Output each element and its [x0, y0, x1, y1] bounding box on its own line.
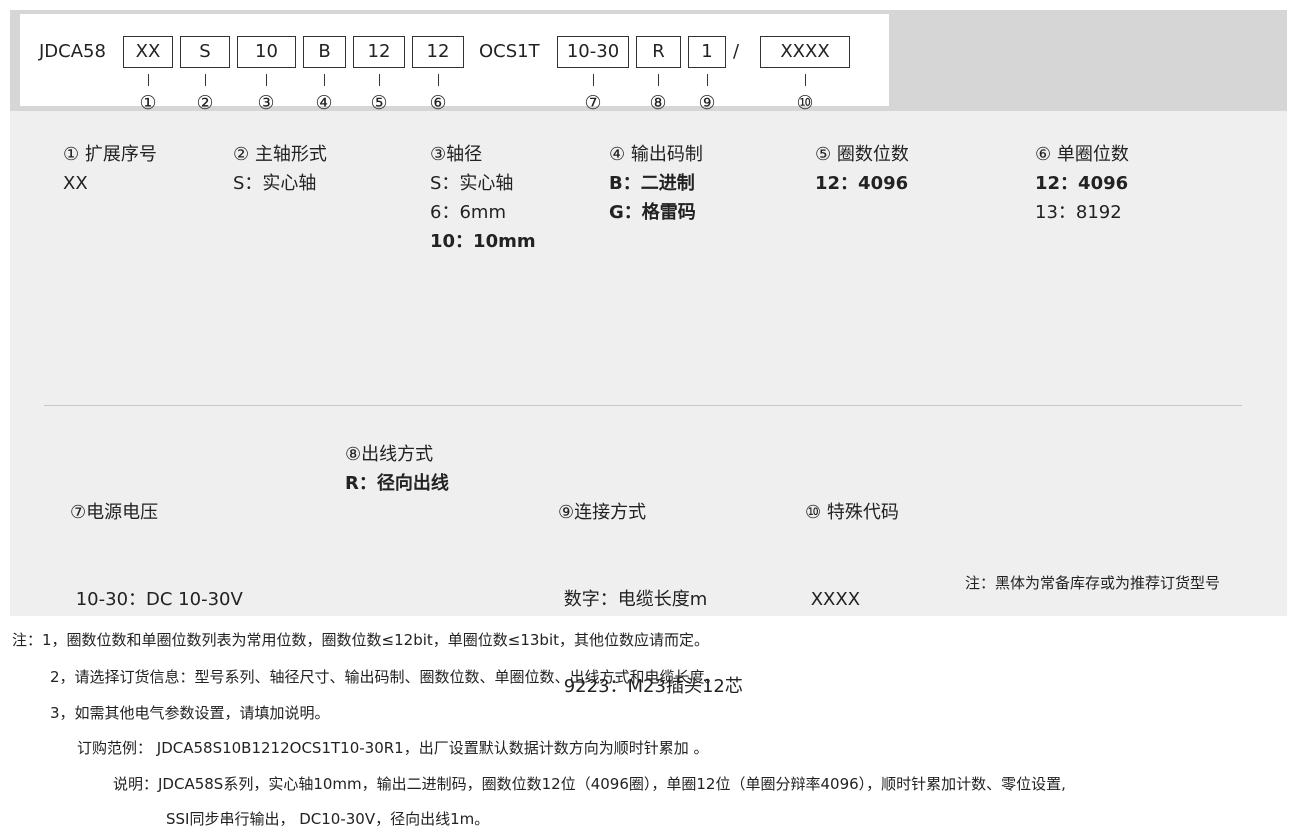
option-value: 13：8192 — [1035, 202, 1122, 223]
option-value: S：实心轴 — [233, 173, 317, 194]
model-prefix: JDCA58 — [39, 41, 106, 62]
tick-9 — [707, 74, 708, 86]
option-special-code: ⑩ 特殊代码 XXXX — [805, 440, 899, 643]
option-value-recommended: 12：4096 — [815, 173, 909, 194]
code-number-8: ⑧ — [649, 92, 667, 114]
code-number-3: ③ — [257, 92, 275, 114]
tick-6 — [438, 74, 439, 86]
footnote-1: 注：1，圈数位数和单圈位数列表为常用位数，圈数位数≤12bit，单圈位数≤13b… — [12, 631, 709, 649]
option-shaft-type: ② 主轴形式 S：实心轴 — [233, 140, 327, 198]
tick-10 — [805, 74, 806, 86]
option-value-recommended: B：二进制 — [609, 173, 695, 194]
option-title: ⑥ 单圈位数 — [1035, 144, 1129, 165]
section-divider — [44, 405, 1242, 406]
option-shaft-diameter: ③轴径 S：实心轴 6：6mm 10：10mm — [430, 140, 536, 256]
option-value: 数字：电缆长度m — [558, 589, 708, 610]
tick-4 — [324, 74, 325, 86]
option-title: ⑦电源电压 — [70, 502, 159, 523]
option-title: ⑤ 圈数位数 — [815, 144, 909, 165]
option-value-recommended: 12：4096 — [1035, 173, 1129, 194]
option-value: XX — [63, 173, 88, 194]
option-value: 6：6mm — [430, 202, 506, 223]
option-title: ⑧出线方式 — [345, 444, 434, 465]
recommendation-note: 注：黑体为常备库存或为推荐订货型号 — [964, 574, 1220, 592]
option-turn-bits: ⑤ 圈数位数 12：4096 — [815, 140, 909, 198]
option-title: ⑩ 特殊代码 — [805, 502, 899, 523]
option-single-bits: ⑥ 单圈位数 12：4096 13：8192 — [1035, 140, 1129, 227]
segment-special-code: XXXX — [760, 36, 850, 68]
model-slash: / — [733, 41, 740, 62]
segment-single-bits: 12 — [412, 36, 464, 68]
option-title: ④ 输出码制 — [609, 144, 703, 165]
option-value-recommended: R：径向出线 — [345, 473, 449, 494]
code-number-9: ⑨ — [698, 92, 716, 114]
example-explanation: 说明：JDCA58S系列，实心轴10mm，输出二进制码，圈数位数12位（4096… — [113, 775, 1066, 793]
footnote-2: 2，请选择订货信息：型号系列、轴径尺寸、输出码制、圈数位数、单圈位数、出线方式和… — [50, 668, 720, 686]
tick-3 — [266, 74, 267, 86]
option-title: ③轴径 — [430, 144, 483, 165]
option-value-recommended: G：格雷码 — [609, 202, 696, 223]
option-voltage: ⑦电源电压 10-30：DC 10-30V — [70, 440, 243, 643]
option-cable-outlet: ⑧出线方式 R：径向出线 — [345, 440, 449, 498]
option-value: S：实心轴 — [430, 173, 514, 194]
tick-7 — [593, 74, 594, 86]
code-number-2: ② — [196, 92, 214, 114]
segment-voltage: 10-30 — [557, 36, 629, 68]
footnote-3: 3，如需其他电气参数设置，请填加说明。 — [50, 704, 330, 722]
segment-shaft-diameter: 10 — [237, 36, 296, 68]
code-number-7: ⑦ — [584, 92, 602, 114]
code-number-5: ⑤ — [370, 92, 388, 114]
option-value: XXXX — [805, 589, 861, 610]
option-value-recommended: 10：10mm — [430, 231, 536, 252]
model-middle-text: OCS1T — [479, 41, 540, 62]
code-number-1: ① — [139, 92, 157, 114]
option-title: ① 扩展序号 — [63, 144, 157, 165]
tick-8 — [658, 74, 659, 86]
segment-extension: XX — [123, 36, 173, 68]
code-number-6: ⑥ — [429, 92, 447, 114]
segment-shaft-type: S — [180, 36, 230, 68]
tick-5 — [379, 74, 380, 86]
option-output-code: ④ 输出码制 B：二进制 G：格雷码 — [609, 140, 703, 227]
segment-turn-bits: 12 — [353, 36, 405, 68]
model-code-box: JDCA58 XX S 10 B 12 12 OCS1T 10-30 R 1 /… — [20, 14, 889, 114]
option-title: ② 主轴形式 — [233, 144, 327, 165]
option-value: 10-30：DC 10-30V — [70, 589, 243, 610]
tick-2 — [205, 74, 206, 86]
example-explanation-cont: SSI同步串行输出， DC10-30V，径向出线1m。 — [166, 810, 490, 828]
option-title: ⑨连接方式 — [558, 502, 647, 523]
code-number-10: ⑩ — [796, 92, 814, 114]
option-extension: ① 扩展序号 XX — [63, 140, 157, 198]
order-example: 订购范例： JDCA58S10B1212OCS1T10-30R1，出厂设置默认数… — [77, 739, 709, 757]
segment-cable-outlet: R — [636, 36, 681, 68]
tick-1 — [148, 74, 149, 86]
segment-output-code: B — [303, 36, 346, 68]
code-number-4: ④ — [315, 92, 333, 114]
segment-connection: 1 — [688, 36, 726, 68]
